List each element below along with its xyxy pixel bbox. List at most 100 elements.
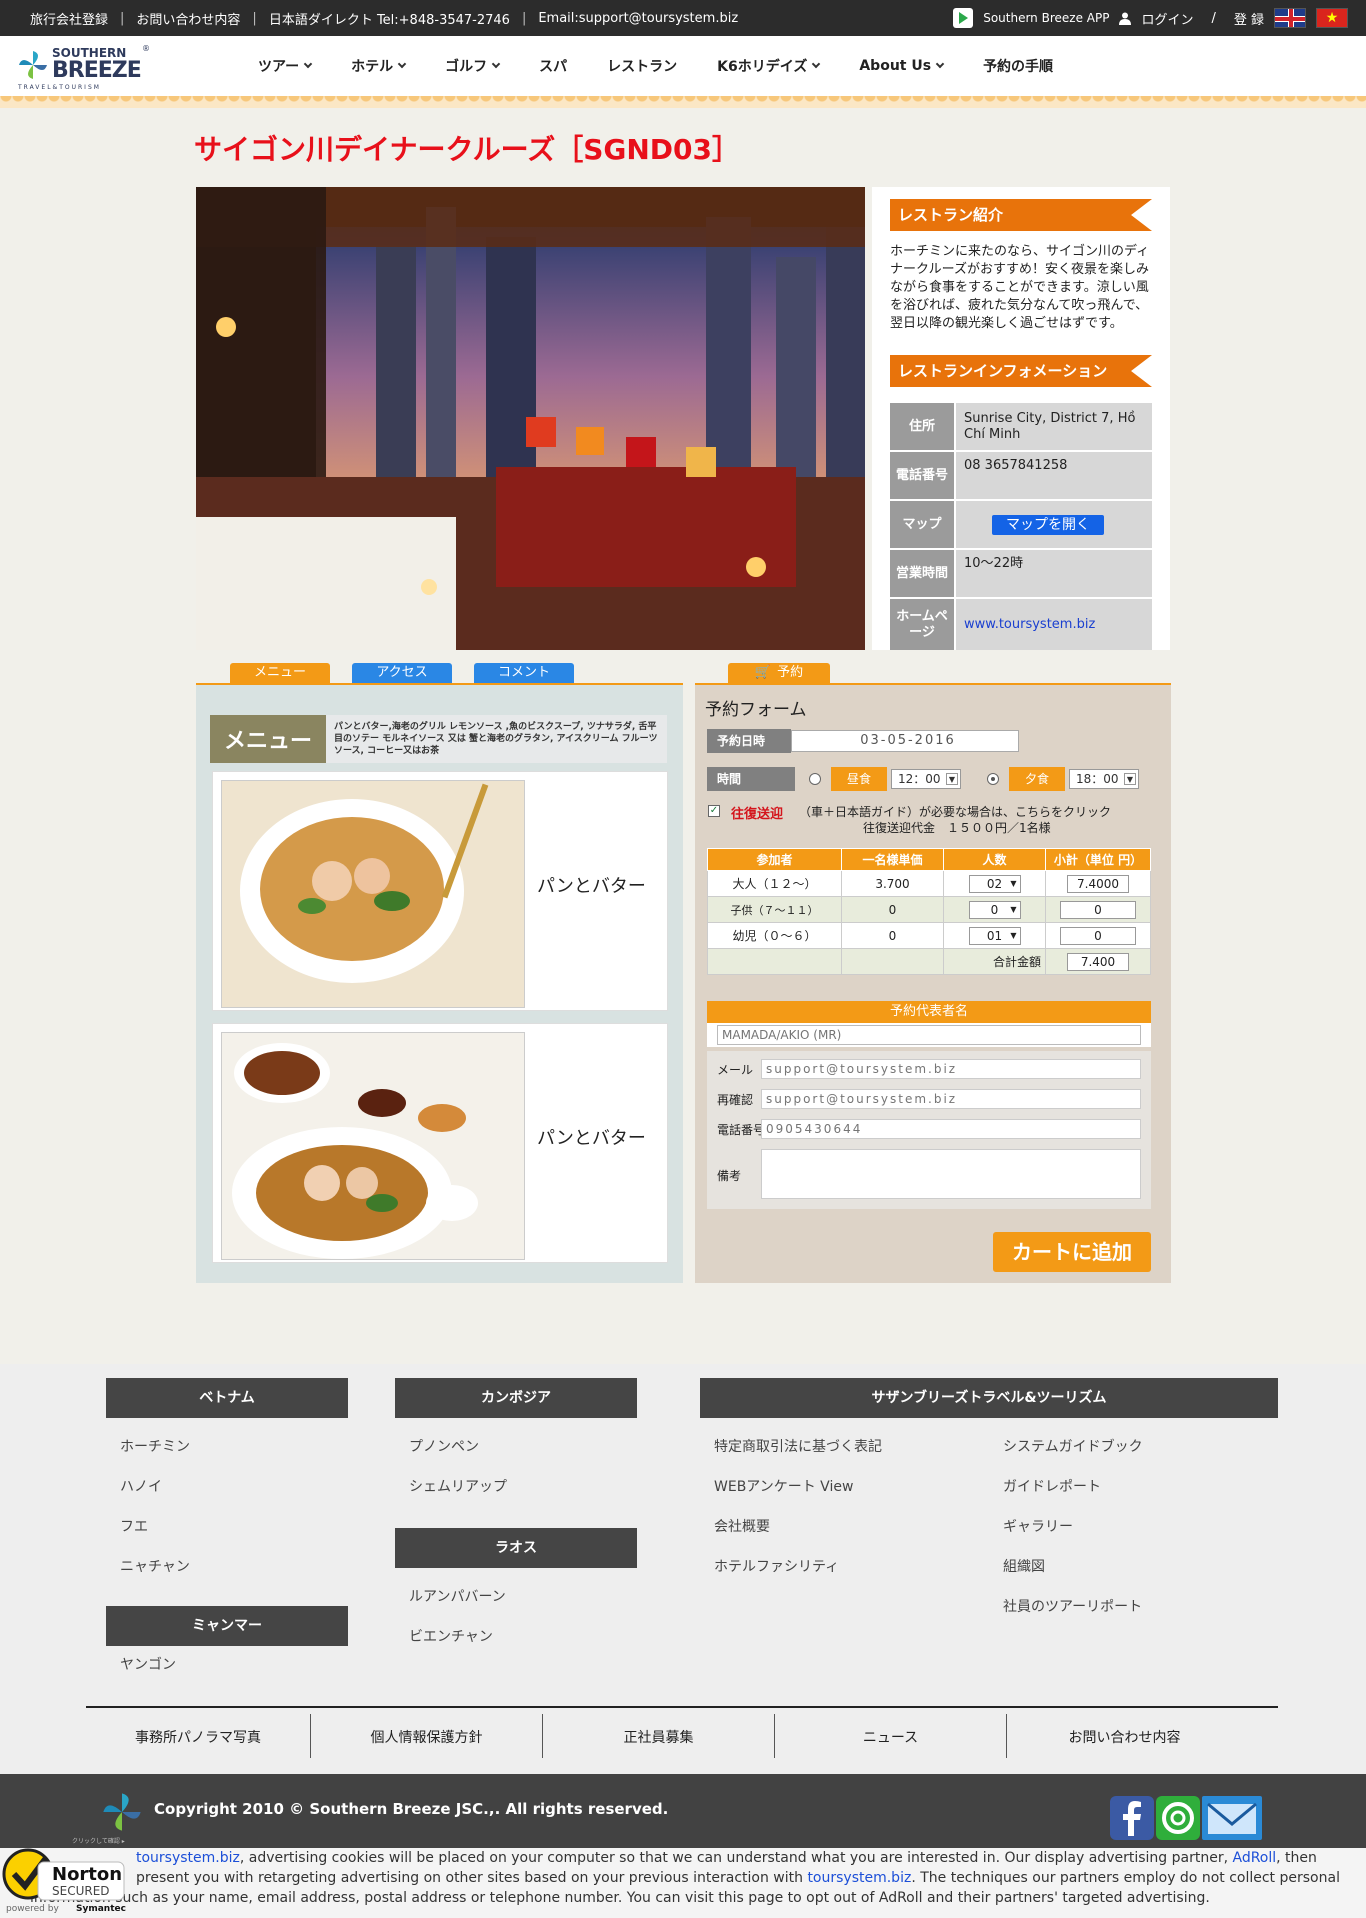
footer-link[interactable]: ガイドレポート (1003, 1476, 1101, 1496)
footer-link[interactable]: ニャチャン (120, 1556, 190, 1576)
info-heading: レストランインフォメーション (890, 355, 1152, 387)
homepage-link[interactable]: www.toursystem.biz (964, 617, 1095, 633)
qty-select[interactable]: 02 ▼ (968, 874, 1021, 893)
nav-k6-holidays[interactable]: K6ホリデイズ (717, 56, 821, 76)
app-link[interactable]: Southern Breeze APP (983, 11, 1109, 25)
footer-link[interactable]: 会社概要 (714, 1516, 770, 1536)
nav-booking-steps[interactable]: 予約の手順 (983, 56, 1053, 76)
site-logo[interactable]: SOUTHERN ® BREEZE TRAVEL&TOURISM (18, 44, 150, 91)
nav-hotel[interactable]: ホテル (351, 56, 407, 76)
facebook-icon[interactable] (1110, 1796, 1154, 1840)
footer-link[interactable]: プノンペン (409, 1436, 479, 1456)
dinner-radio[interactable] (987, 773, 999, 785)
footer-link[interactable]: 組織図 (1003, 1556, 1045, 1576)
subtotal-field[interactable]: 7.4000 (1067, 874, 1129, 893)
transfer-checkbox[interactable]: ✓ (708, 805, 720, 817)
register-link[interactable]: 登 録 (1234, 9, 1264, 28)
nav-golf[interactable]: ゴルフ (445, 56, 501, 76)
phone-input[interactable] (761, 1119, 1141, 1139)
qty-select[interactable]: 0 ▼ (968, 900, 1021, 919)
map-row: マップ マップを開く (890, 501, 1152, 548)
line-icon[interactable] (1156, 1796, 1200, 1840)
footer-link[interactable]: ルアンパバーン (409, 1586, 506, 1606)
notes-label: 備考 (717, 1169, 742, 1183)
transfer-label: 往復送迎 (731, 807, 784, 822)
qty-select[interactable]: 01 ▼ (968, 926, 1021, 945)
footer-link[interactable]: ホーチミン (120, 1436, 190, 1456)
qty-value: 01 (986, 928, 1003, 943)
open-map-button[interactable]: マップを開く (992, 514, 1104, 535)
qty-value: 0 (990, 902, 999, 917)
nav-label: About Us (859, 58, 932, 74)
dinner-time-select[interactable]: 18：00 ▼ (1069, 769, 1139, 789)
add-to-cart-button[interactable]: カートに追加 (993, 1232, 1151, 1272)
site-link[interactable]: toursystem.biz (136, 1850, 240, 1866)
nav-tour[interactable]: ツアー (258, 56, 313, 76)
table-row: 幼児（０〜６） 0 01 ▼ 0 (707, 922, 1151, 949)
total-field[interactable]: 7.400 (1067, 952, 1129, 971)
qty-value: 02 (986, 876, 1003, 891)
footer-link[interactable]: ホテルファシリティ (714, 1556, 839, 1576)
map-label: マップ (890, 501, 954, 548)
mail-label: メール (717, 1063, 754, 1077)
footer-link[interactable]: ビエンチャン (409, 1626, 493, 1646)
date-input[interactable]: 03-05-2016 (791, 730, 1019, 752)
login-link[interactable]: ログイン (1141, 9, 1193, 28)
pin-caption: クリックして確認 ▸ (72, 1838, 125, 1845)
footer-link[interactable]: 社員のツアーリポート (1003, 1596, 1142, 1616)
confirm-mail-input[interactable] (761, 1089, 1141, 1109)
footer-link[interactable]: システムガイドブック (1003, 1436, 1143, 1456)
nav-label: ゴルフ (445, 59, 488, 75)
logo-line2: BREEZE (52, 58, 142, 83)
footer-bottom-link[interactable]: 事務所パノラマ写真 (86, 1718, 310, 1758)
chevron-down-icon (303, 59, 313, 69)
nav-restaurant[interactable]: レストラン (607, 56, 677, 76)
tab-comment[interactable]: コメント (474, 663, 574, 683)
phone-field-label: 電話番号 (717, 1123, 766, 1137)
cookie-notice: toursystem.biz, advertising cookies will… (0, 1848, 1366, 1918)
lunch-time-select[interactable]: 12：00 ▼ (891, 769, 961, 789)
subtotal-field[interactable]: 0 (1060, 926, 1136, 945)
dish-card[interactable]: パンとバター (212, 1023, 668, 1263)
google-play-icon[interactable] (953, 8, 974, 28)
footer-link[interactable]: 特定商取引法に基づく表記 (714, 1436, 882, 1456)
tab-access[interactable]: アクセス (352, 663, 452, 683)
tab-menu[interactable]: メニュー (230, 663, 330, 683)
footer-link[interactable]: フエ (120, 1516, 148, 1536)
norton-secured-badge[interactable]: Norton SECURED powered by Symantec (0, 1846, 128, 1918)
hours-label: 営業時間 (890, 550, 954, 597)
mail-icon[interactable] (1202, 1796, 1262, 1840)
footer-bottom-link[interactable]: 正社員募集 (543, 1718, 774, 1758)
notes-textarea[interactable] (761, 1149, 1141, 1199)
footer-link[interactable]: ヤンゴン (120, 1654, 176, 1674)
dish-card[interactable]: パンとバター (212, 771, 668, 1011)
nav-about-us[interactable]: About Us (859, 58, 945, 74)
agency-register-link[interactable]: 旅行会社登録 (30, 9, 108, 28)
phone-row: 電話番号 08 3657841258 (890, 452, 1152, 499)
footer-bottom-link[interactable]: 個人情報保護方針 (311, 1718, 542, 1758)
footer-bottom-link[interactable]: ニュース (775, 1718, 1006, 1758)
contact-link[interactable]: お問い合わせ内容 (136, 9, 240, 28)
vietnam-flag-icon[interactable]: ★ (1316, 8, 1348, 28)
site-link[interactable]: toursystem.biz (807, 1870, 911, 1886)
footer-link[interactable]: ギャラリー (1003, 1516, 1073, 1536)
footer-link[interactable]: WEBアンケート View (714, 1476, 853, 1496)
dish-photo (221, 1032, 525, 1260)
address-label: 住所 (890, 403, 954, 450)
subtotal-field[interactable]: 0 (1060, 900, 1136, 919)
mail-input[interactable] (761, 1059, 1141, 1079)
lunch-radio[interactable] (809, 773, 821, 785)
footer-bottom-link[interactable]: お問い合わせ内容 (1007, 1718, 1242, 1758)
tab-booking[interactable]: 🛒 予約 (728, 663, 830, 683)
footer-link[interactable]: ハノイ (120, 1476, 162, 1496)
email-link[interactable]: Email:support@toursystem.biz (538, 11, 738, 26)
form-title: 予約フォーム (705, 700, 807, 720)
footer-link[interactable]: シェムリアップ (409, 1476, 507, 1496)
lunch-label: 昼食 (831, 767, 887, 791)
dropdown-arrow-icon: ▼ (946, 773, 958, 785)
time-label: 時間 (707, 767, 795, 791)
uk-flag-icon[interactable] (1274, 8, 1306, 28)
adroll-link[interactable]: AdRoll (1232, 1850, 1276, 1866)
nav-spa[interactable]: スパ (539, 56, 567, 76)
rep-name-input[interactable] (717, 1025, 1141, 1045)
